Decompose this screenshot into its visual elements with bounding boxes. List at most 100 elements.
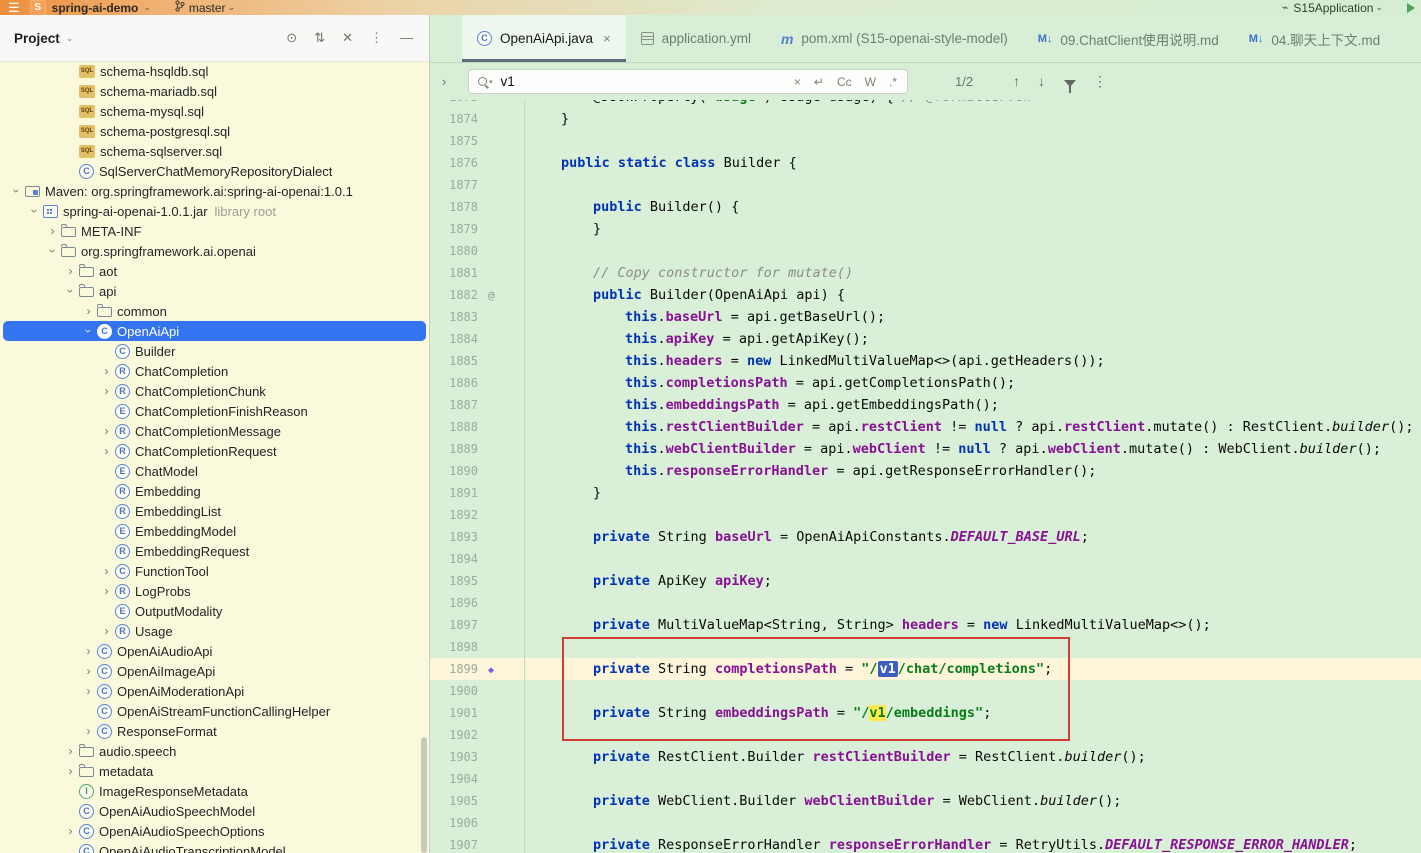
tree-item-logprobs[interactable]: ›RLogProbs — [3, 581, 426, 601]
tree-item-api[interactable]: ›api — [3, 281, 426, 301]
hide-panel-icon[interactable]: — — [400, 30, 413, 46]
code-text[interactable]: this.completionsPath = api.getCompletion… — [524, 372, 1015, 394]
code-text[interactable]: public Builder(OpenAiApi api) { — [524, 284, 845, 306]
code-line-1896[interactable]: 1896 — [430, 592, 1421, 614]
project-chevron-icon[interactable]: ⌄ — [143, 2, 151, 13]
tree-item-chatmodel[interactable]: EChatModel — [3, 461, 426, 481]
code-line-1876[interactable]: 1876public static class Builder { — [430, 152, 1421, 174]
regex-toggle[interactable]: .* — [889, 75, 897, 89]
previous-match-icon[interactable]: ↑ — [1013, 73, 1020, 89]
tree-item-embedding[interactable]: REmbedding — [3, 481, 426, 501]
run-button[interactable] — [1407, 3, 1415, 13]
branch-chevron-icon[interactable]: ⌄ — [228, 2, 236, 13]
chevron-collapsed-icon[interactable]: › — [62, 764, 79, 778]
tree-item-openaiaudiospeechoptions[interactable]: ›COpenAiAudioSpeechOptions — [3, 821, 426, 841]
tree-item-responseformat[interactable]: ›CResponseFormat — [3, 721, 426, 741]
tree-item-meta-inf[interactable]: ›META-INF — [3, 221, 426, 241]
chevron-collapsed-icon[interactable]: › — [98, 624, 115, 638]
search-query[interactable]: v1 — [501, 74, 515, 89]
chevron-collapsed-icon[interactable]: › — [44, 224, 61, 238]
code-line-1878[interactable]: 1878public Builder() { — [430, 196, 1421, 218]
code-line-1895[interactable]: 1895private ApiKey apiKey; — [430, 570, 1421, 592]
tree-item-usage[interactable]: ›RUsage — [3, 621, 426, 641]
code-line-1893[interactable]: 1893private String baseUrl = OpenAiApiCo… — [430, 526, 1421, 548]
code-text[interactable]: public static class Builder { — [524, 152, 797, 174]
code-line-1886[interactable]: 1886this.completionsPath = api.getComple… — [430, 372, 1421, 394]
tree-item-spring-ai-openai-1-0-1-jar[interactable]: ›spring-ai-openai-1.0.1.jarlibrary root — [3, 201, 426, 221]
chevron-collapsed-icon[interactable]: › — [80, 724, 97, 738]
hamburger-menu-icon[interactable]: ☰ — [8, 0, 20, 16]
code-text[interactable]: // Copy constructor for mutate() — [524, 262, 853, 284]
code-text[interactable]: } — [524, 482, 601, 504]
code-text[interactable] — [524, 174, 529, 196]
code-line-1902[interactable]: 1902 — [430, 724, 1421, 746]
tree-item-maven-org-springframework-ai-spring-ai-o[interactable]: ›Maven: org.springframework.ai:spring-ai… — [3, 181, 426, 201]
tab-04-md[interactable]: M↓04.聊天上下文.md — [1234, 15, 1395, 62]
code-line-1903[interactable]: 1903private RestClient.Builder restClien… — [430, 746, 1421, 768]
tree-item-openaiaudiospeechmodel[interactable]: COpenAiAudioSpeechModel — [3, 801, 426, 821]
tree-item-schema-hsqldb-sql[interactable]: SQLschema-hsqldb.sql — [3, 61, 426, 81]
branch-name-widget[interactable]: master — [189, 1, 226, 15]
project-panel-title[interactable]: Project — [14, 31, 60, 46]
tree-item-common[interactable]: ›common — [3, 301, 426, 321]
tree-item-chatcompletionrequest[interactable]: ›RChatCompletionRequest — [3, 441, 426, 461]
chevron-expanded-icon[interactable]: › — [10, 183, 24, 200]
code-text[interactable]: private WebClient.Builder webClientBuild… — [524, 790, 1121, 812]
tree-item-openaiimageapi[interactable]: ›COpenAiImageApi — [3, 661, 426, 681]
collapse-all-icon[interactable]: ✕ — [342, 30, 353, 46]
tree-item-chatcompletion[interactable]: ›RChatCompletion — [3, 361, 426, 381]
tree-item-imageresponsemetadata[interactable]: IImageResponseMetadata — [3, 781, 426, 801]
code-line-1875[interactable]: 1875 — [430, 130, 1421, 152]
code-text[interactable]: this.embeddingsPath = api.getEmbeddingsP… — [524, 394, 999, 416]
search-history-chevron-icon[interactable]: ▾ — [489, 78, 493, 86]
code-line-1879[interactable]: 1879} — [430, 218, 1421, 240]
code-line-1883[interactable]: 1883this.baseUrl = api.getBaseUrl(); — [430, 306, 1421, 328]
code-text[interactable]: private ResponseErrorHandler responseErr… — [524, 834, 1357, 853]
search-input[interactable]: ▾ v1 × ↵ Cc W .* — [468, 69, 908, 94]
code-line-1880[interactable]: 1880 — [430, 240, 1421, 262]
tree-item-openaiaudioapi[interactable]: ›COpenAiAudioApi — [3, 641, 426, 661]
project-name-widget[interactable]: spring-ai-demo — [52, 1, 139, 15]
code-text[interactable]: } — [524, 218, 601, 240]
code-text[interactable]: private String completionsPath = "/v1/ch… — [524, 658, 1052, 680]
code-text[interactable]: @JsonProperty("usage") Usage usage) { //… — [524, 100, 1032, 108]
tree-item-builder[interactable]: CBuilder — [3, 341, 426, 361]
code-text[interactable] — [524, 504, 529, 526]
tree-item-schema-mysql-sql[interactable]: SQLschema-mysql.sql — [3, 101, 426, 121]
code-text[interactable] — [524, 724, 529, 746]
code-editor[interactable]: 1873@JsonProperty("usage") Usage usage) … — [430, 100, 1421, 853]
code-line-1891[interactable]: 1891} — [430, 482, 1421, 504]
chevron-collapsed-icon[interactable]: › — [98, 584, 115, 598]
code-line-1881[interactable]: 1881// Copy constructor for mutate() — [430, 262, 1421, 284]
chevron-expanded-icon[interactable]: › — [82, 323, 96, 340]
tab-09-chatclient-md[interactable]: M↓09.ChatClient使用说明.md — [1023, 15, 1234, 62]
tree-item-openaiaudiotranscriptionmodel[interactable]: COpenAiAudioTranscriptionModel — [3, 841, 426, 853]
chevron-expanded-icon[interactable]: › — [64, 283, 78, 300]
code-text[interactable]: } — [524, 108, 569, 130]
code-text[interactable] — [524, 130, 529, 152]
code-text[interactable] — [524, 240, 529, 262]
close-tab-icon[interactable]: × — [603, 31, 611, 46]
code-text[interactable]: this.headers = new LinkedMultiValueMap<>… — [524, 350, 1105, 372]
tab-application-yml[interactable]: application.yml — [626, 15, 766, 62]
code-text[interactable]: private RestClient.Builder restClientBui… — [524, 746, 1146, 768]
match-case-toggle[interactable]: Cc — [837, 75, 852, 89]
tree-item-outputmodality[interactable]: EOutputModality — [3, 601, 426, 621]
code-line-1887[interactable]: 1887this.embeddingsPath = api.getEmbeddi… — [430, 394, 1421, 416]
code-text[interactable] — [524, 636, 529, 658]
code-line-1894[interactable]: 1894 — [430, 548, 1421, 570]
tree-item-schema-postgresql-sql[interactable]: SQLschema-postgresql.sql — [3, 121, 426, 141]
chevron-collapsed-icon[interactable]: › — [98, 384, 115, 398]
project-view-chevron-icon[interactable]: ⌄ — [66, 33, 74, 44]
tab-openaiapi-java[interactable]: COpenAiApi.java× — [462, 15, 626, 62]
panel-options-icon[interactable]: ⋮ — [370, 30, 383, 46]
tree-item-openaiapi[interactable]: ›COpenAiApi — [3, 321, 426, 341]
project-tree-scrollbar[interactable] — [421, 737, 427, 853]
code-line-1897[interactable]: 1897private MultiValueMap<String, String… — [430, 614, 1421, 636]
tree-item-audio-speech[interactable]: ›audio.speech — [3, 741, 426, 761]
tree-item-embeddinglist[interactable]: REmbeddingList — [3, 501, 426, 521]
chevron-expanded-icon[interactable]: › — [28, 203, 42, 220]
search-options-icon[interactable]: ⋮ — [1093, 73, 1107, 90]
tree-item-openaistreamfunctioncallinghelper[interactable]: COpenAiStreamFunctionCallingHelper — [3, 701, 426, 721]
tree-item-chatcompletionfinishreason[interactable]: EChatCompletionFinishReason — [3, 401, 426, 421]
